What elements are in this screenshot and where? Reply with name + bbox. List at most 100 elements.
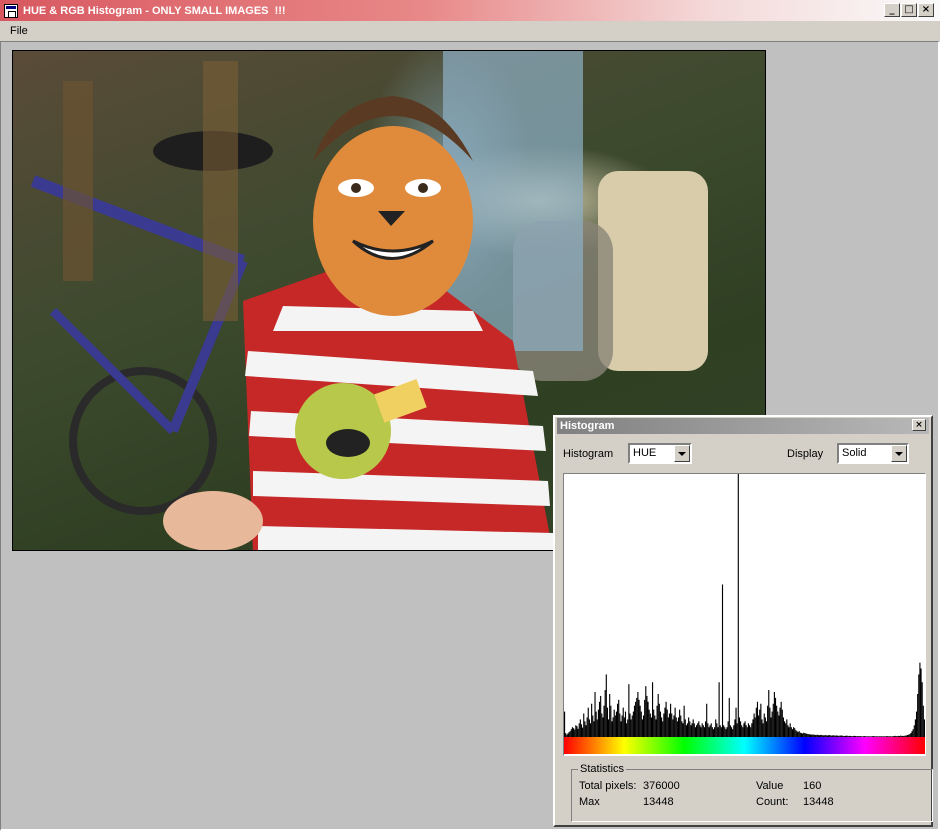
histogram-bar: [856, 736, 858, 737]
histogram-bar: [629, 713, 631, 737]
histogram-bar: [756, 701, 759, 737]
histogram-bar: [911, 731, 913, 737]
histogram-bar: [635, 701, 637, 737]
histogram-bar: [786, 719, 788, 737]
histogram-bar: [582, 727, 584, 737]
histogram-bar: [594, 692, 596, 737]
chevron-down-icon[interactable]: [891, 445, 907, 462]
histogram-bar: [867, 736, 869, 737]
minimize-button[interactable]: _: [884, 3, 900, 17]
histogram-bar: [892, 736, 894, 737]
histogram-bar: [575, 725, 577, 737]
histogram-bar: [672, 719, 674, 737]
histogram-bar: [910, 733, 912, 737]
histogram-bar: [869, 736, 871, 737]
histogram-bar: [789, 723, 791, 737]
histogram-bar: [710, 723, 712, 737]
histogram-bar: [844, 735, 847, 737]
histogram-bar: [605, 674, 607, 737]
histogram-bar: [716, 723, 718, 737]
histogram-bar: [832, 735, 834, 737]
histogram-bar: [848, 736, 850, 737]
histogram-bar: [644, 699, 646, 737]
histogram-bar: [734, 719, 736, 737]
histogram-bar: [733, 725, 735, 737]
app-icon[interactable]: [4, 3, 18, 18]
window-title: HUE & RGB Histogram - ONLY SMALL IMAGES …: [23, 4, 286, 17]
histogram-close-button[interactable]: ×: [912, 419, 926, 431]
histogram-bar: [686, 723, 689, 737]
histogram-bar: [707, 723, 709, 737]
histogram-bar: [852, 736, 854, 737]
histogram-bar: [725, 729, 727, 737]
menu-file[interactable]: File: [10, 25, 28, 37]
histogram-type-select[interactable]: HUE: [628, 443, 692, 464]
histogram-bar: [568, 732, 570, 737]
histogram-bar: [809, 734, 812, 737]
histogram-panel-titlebar[interactable]: Histogram ×: [557, 418, 929, 434]
histogram-bar: [818, 735, 821, 737]
max-label: Max: [579, 796, 600, 808]
histogram-bar: [886, 736, 888, 737]
histogram-bar: [743, 723, 745, 737]
histogram-bar: [621, 715, 623, 737]
histogram-bar: [565, 733, 567, 737]
histogram-bar: [847, 735, 849, 737]
histogram-bar: [573, 728, 575, 737]
histogram-bar: [841, 735, 843, 737]
display-mode-select[interactable]: Solid: [837, 443, 909, 464]
histogram-bar: [577, 728, 579, 737]
histogram-bar: [777, 711, 779, 737]
histogram-bar: [817, 735, 819, 737]
histogram-bar: [760, 703, 762, 737]
histogram-bar: [688, 717, 690, 737]
histogram-bar: [788, 727, 790, 737]
histogram-bar: [649, 713, 651, 737]
histogram-bar: [583, 713, 585, 737]
histogram-bar: [666, 709, 668, 737]
close-button[interactable]: ×: [918, 3, 934, 17]
histogram-bar: [631, 715, 633, 737]
histogram-bar: [839, 735, 841, 737]
histogram-bar: [697, 723, 699, 737]
histogram-bar: [859, 736, 861, 737]
histogram-bar: [830, 735, 832, 737]
histogram-bar: [771, 711, 773, 737]
histogram-bar: [774, 697, 777, 737]
histogram-bar: [918, 674, 920, 737]
histogram-bar: [645, 686, 647, 737]
histogram-bar: [812, 734, 814, 737]
histogram-bar: [840, 735, 842, 737]
histogram-bar: [615, 711, 618, 737]
histogram-bar: [623, 717, 625, 737]
histogram-bar: [821, 735, 823, 737]
histogram-bar: [860, 736, 862, 737]
histogram-bar: [744, 721, 746, 737]
chevron-down-icon[interactable]: [674, 445, 690, 462]
histogram-bar: [835, 735, 838, 737]
histogram-bar: [842, 735, 844, 737]
histogram-bar: [912, 729, 914, 737]
histogram-bar: [877, 736, 879, 737]
histogram-bar: [865, 736, 867, 737]
histogram-bar: [619, 713, 621, 737]
histogram-bar: [903, 735, 905, 737]
histogram-bar: [735, 707, 737, 737]
histogram-bar: [673, 715, 675, 737]
histogram-bar: [737, 474, 739, 737]
histogram-bar: [752, 719, 754, 737]
histogram-bar: [824, 735, 826, 737]
histogram-bar: [745, 725, 747, 737]
maximize-button[interactable]: □: [901, 3, 917, 17]
histogram-bar: [682, 723, 684, 737]
histogram-bar: [894, 735, 896, 737]
count-label: Count:: [756, 796, 789, 808]
title-bar[interactable]: HUE & RGB Histogram - ONLY SMALL IMAGES …: [0, 0, 940, 21]
histogram-bar: [891, 736, 893, 737]
histogram-bar: [714, 727, 716, 737]
histogram-bar: [715, 719, 717, 737]
histogram-bar: [683, 705, 685, 737]
histogram-bar: [764, 717, 766, 737]
histogram-bar: [857, 736, 859, 737]
histogram-bar: [661, 717, 663, 737]
